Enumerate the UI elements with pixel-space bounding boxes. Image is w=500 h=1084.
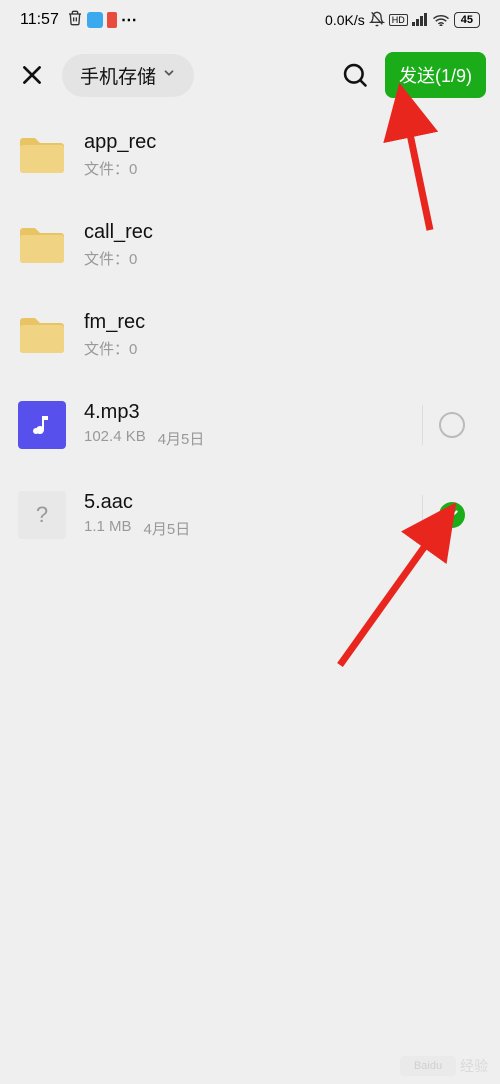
watermark-text: 经验 xyxy=(460,1056,488,1076)
close-button[interactable] xyxy=(14,57,50,93)
file-size: 102.4 KB xyxy=(84,428,146,449)
status-left: 11:57 ⋯ xyxy=(20,10,138,31)
app-icon-blue xyxy=(87,12,103,28)
watermark: Baidu 经验 xyxy=(400,1056,488,1076)
send-button[interactable]: 发送(1/9) xyxy=(385,52,486,98)
more-icon: ⋯ xyxy=(121,10,138,30)
folder-icon xyxy=(18,311,66,359)
file-info: fm_rec 文件：0 xyxy=(84,311,482,359)
list-item[interactable]: ? 5.aac 1.1 MB 4月5日 xyxy=(0,470,500,560)
radio-unchecked-icon xyxy=(439,412,465,438)
file-meta: 文件：0 xyxy=(84,248,137,269)
select-toggle[interactable] xyxy=(422,412,482,438)
net-speed: 0.0K/s xyxy=(325,12,365,28)
file-name: 4.mp3 xyxy=(84,401,404,424)
file-name: 5.aac xyxy=(84,491,404,514)
file-name: fm_rec xyxy=(84,311,482,334)
music-icon xyxy=(18,401,66,449)
file-date: 4月5日 xyxy=(144,518,191,539)
list-item[interactable]: app_rec 文件：0 xyxy=(0,110,500,200)
file-info: 4.mp3 102.4 KB 4月5日 xyxy=(84,401,404,449)
file-meta: 文件：0 xyxy=(84,338,137,359)
file-meta: 文件：0 xyxy=(84,158,137,179)
status-right: 0.0K/s HD 45 xyxy=(325,11,480,30)
list-item[interactable]: fm_rec 文件：0 xyxy=(0,290,500,380)
storage-label: 手机存储 xyxy=(80,62,156,89)
file-info: 5.aac 1.1 MB 4月5日 xyxy=(84,491,404,539)
hd-icon: HD xyxy=(389,14,408,26)
storage-selector[interactable]: 手机存储 xyxy=(62,54,194,97)
chevron-down-icon xyxy=(162,64,176,86)
file-name: call_rec xyxy=(84,221,482,244)
file-size: 1.1 MB xyxy=(84,518,132,539)
app-icon-red xyxy=(107,12,117,28)
list-item[interactable]: 4.mp3 102.4 KB 4月5日 xyxy=(0,380,500,470)
search-button[interactable] xyxy=(337,57,373,93)
clock: 11:57 xyxy=(20,11,59,29)
signal-icon xyxy=(412,12,428,29)
status-app-icons: ⋯ xyxy=(67,10,138,31)
folder-icon xyxy=(18,131,66,179)
battery-icon: 45 xyxy=(454,12,480,28)
trash-icon xyxy=(67,10,83,31)
select-toggle[interactable] xyxy=(422,502,482,528)
file-list: app_rec 文件：0 call_rec 文件：0 fm_rec 文件：0 4… xyxy=(0,110,500,560)
toolbar: 手机存储 发送(1/9) xyxy=(0,40,500,110)
list-item[interactable]: call_rec 文件：0 xyxy=(0,200,500,290)
file-info: call_rec 文件：0 xyxy=(84,221,482,269)
folder-icon xyxy=(18,221,66,269)
send-label: 发送(1/9) xyxy=(399,66,472,86)
status-bar: 11:57 ⋯ 0.0K/s HD 45 xyxy=(0,0,500,40)
unknown-file-icon: ? xyxy=(18,491,66,539)
wifi-icon xyxy=(432,12,450,29)
file-info: app_rec 文件：0 xyxy=(84,131,482,179)
file-date: 4月5日 xyxy=(158,428,205,449)
mute-icon xyxy=(369,11,385,30)
watermark-logo: Baidu xyxy=(400,1056,456,1076)
radio-checked-icon xyxy=(439,502,465,528)
file-name: app_rec xyxy=(84,131,482,154)
